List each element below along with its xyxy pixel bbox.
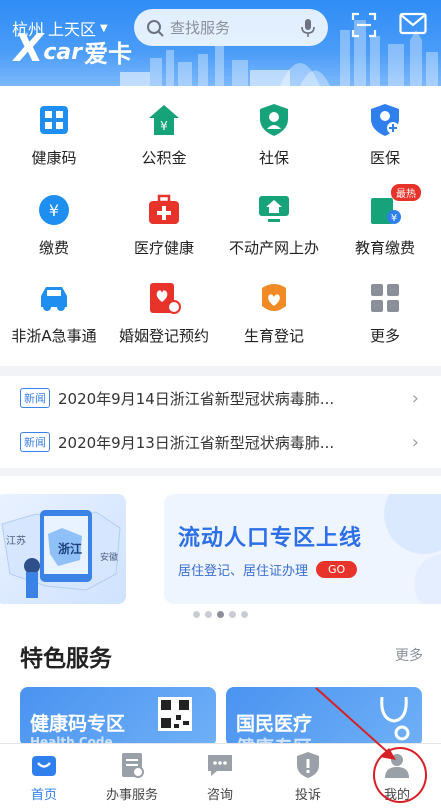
tab-label: 咨询 — [206, 788, 233, 803]
service-label: 缴费 — [38, 239, 69, 257]
svg-text:¥: ¥ — [160, 119, 168, 133]
header-actions — [351, 12, 427, 38]
banner-floating-population[interactable]: 流动人口专区上线 居住登记、居住证办理 GO — [164, 494, 441, 604]
news-item[interactable]: 新闻 2020年9月14日浙江省新型冠状病毒肺... › — [0, 376, 441, 420]
scan-icon[interactable] — [351, 12, 377, 38]
top-header: 杭州 上天区 ▼ 查找服务 X car 爱卡 — [0, 0, 441, 86]
chevron-right-icon: › — [411, 387, 419, 409]
property-icon — [256, 192, 292, 228]
carousel-dot-active[interactable] — [217, 611, 224, 618]
marriage-icon — [146, 280, 182, 316]
complaint-icon — [297, 752, 319, 778]
service-shield[interactable]: 社保 — [219, 102, 329, 182]
tab-consult[interactable]: 咨询 — [176, 750, 264, 803]
mail-icon[interactable] — [399, 12, 427, 36]
service-label: 不动产网上办 — [228, 239, 319, 257]
news-text: 2020年9月14日浙江省新型冠状病毒肺... — [58, 389, 335, 408]
section-title: 特色服务 — [20, 646, 112, 672]
tab-home[interactable]: 首页 — [0, 750, 88, 803]
news-list: 新闻 2020年9月14日浙江省新型冠状病毒肺... › 新闻 2020年9月1… — [0, 376, 441, 468]
house-fund-icon: ¥ — [146, 102, 182, 138]
search-icon — [147, 19, 164, 37]
education-icon: ¥ 最热 — [367, 184, 421, 228]
featured-services: 特色服务 更多 健康码专区 Health Code 国民医疗 健康专区 — [0, 631, 441, 747]
carousel-dots — [0, 611, 441, 618]
service-medical-kit[interactable]: 医疗健康 — [109, 192, 219, 272]
service-more-grid[interactable]: 更多 — [330, 280, 440, 360]
service-yuan[interactable]: ¥ 缴费 — [0, 192, 109, 272]
medical-kit-icon — [146, 192, 182, 228]
banner-subtitle-row: 居住登记、居住证办理 GO — [178, 560, 358, 579]
xcar-watermark-logo: X car 爱卡 — [14, 26, 133, 70]
medical-insurance-icon — [367, 102, 403, 138]
card-title: 国民医疗 — [236, 713, 313, 735]
national-medical-card[interactable]: 国民医疗 健康专区 — [226, 687, 422, 747]
birth-icon — [256, 280, 292, 316]
banner-title: 流动人口专区上线 — [178, 526, 363, 551]
service-grid: 健康码 ¥ 公积金 社保 医保 ¥ 缴费 医疗健康 不动产网上办 ¥ 最热 教育… — [0, 86, 441, 366]
service-property[interactable]: 不动产网上办 — [219, 192, 329, 272]
carousel-dot[interactable] — [193, 611, 200, 618]
chevron-right-icon: › — [411, 431, 419, 453]
banner-carousel[interactable]: 江苏 浙江 安徽 流动人口专区上线 居住登记、居住证办理 GO — [0, 476, 441, 631]
service-label: 更多 — [369, 327, 400, 345]
svg-text:¥: ¥ — [49, 201, 59, 220]
health-code-card[interactable]: 健康码专区 Health Code — [20, 687, 216, 747]
carousel-dot[interactable] — [241, 611, 248, 618]
tab-label: 投诉 — [294, 788, 321, 803]
banner-map-slide[interactable]: 江苏 浙江 安徽 — [0, 494, 126, 604]
tab-label: 办事服务 — [105, 788, 158, 803]
map-label: 江苏 — [6, 536, 26, 547]
service-medical-insurance[interactable]: 医保 — [330, 102, 440, 182]
shield-icon — [256, 102, 292, 138]
stethoscope-icon — [380, 696, 410, 741]
carousel-dot[interactable] — [205, 611, 212, 618]
news-text: 2020年9月13日浙江省新型冠状病毒肺... — [58, 433, 335, 452]
banner-subtitle: 居住登记、居住证办理 — [178, 564, 309, 579]
yuan-icon: ¥ — [36, 192, 72, 228]
service-car[interactable]: 非浙A急事通 — [0, 280, 109, 360]
annotation-circle — [373, 747, 427, 803]
home-icon — [32, 756, 56, 776]
map-label: 浙江 — [58, 542, 83, 556]
service-health-code[interactable]: 健康码 — [0, 102, 109, 182]
tab-label: 首页 — [30, 788, 57, 803]
app-screen: 杭州 上天区 ▼ 查找服务 X car 爱卡 健康码 ¥ 公积金 社保 医保 ¥… — [0, 0, 441, 808]
service-marriage[interactable]: 婚姻登记预约 — [109, 280, 219, 360]
service-label: 公积金 — [141, 149, 187, 167]
card-title: 健康码专区 — [30, 713, 126, 735]
service-label: 医保 — [369, 149, 400, 167]
more-link[interactable]: 更多 — [395, 645, 423, 665]
car-icon — [36, 280, 72, 316]
news-item[interactable]: 新闻 2020年9月13日浙江省新型冠状病毒肺... › — [0, 420, 441, 464]
mic-icon[interactable] — [300, 18, 316, 38]
service-label: 社保 — [258, 149, 289, 167]
news-tag: 新闻 — [20, 388, 50, 408]
map-label: 安徽 — [100, 553, 119, 563]
health-code-icon — [36, 102, 72, 138]
search-placeholder: 查找服务 — [170, 19, 231, 37]
search-bar[interactable]: 查找服务 — [134, 9, 328, 46]
service-label: 医疗健康 — [133, 239, 194, 257]
more-grid-icon — [367, 280, 403, 316]
hot-badge: 最热 — [391, 184, 421, 201]
service-house-fund[interactable]: ¥ 公积金 — [109, 102, 219, 182]
service-birth[interactable]: 生育登记 — [219, 280, 329, 360]
tab-services[interactable]: 办事服务 — [88, 750, 176, 803]
service-label: 生育登记 — [243, 327, 304, 345]
service-icon — [122, 753, 144, 778]
service-label: 健康码 — [31, 149, 77, 167]
carousel-dot[interactable] — [229, 611, 236, 618]
service-label: 教育缴费 — [354, 239, 415, 257]
service-education[interactable]: ¥ 最热 教育缴费 — [330, 184, 440, 272]
news-tag: 新闻 — [20, 432, 50, 452]
svg-text:¥: ¥ — [391, 213, 397, 224]
qr-code-icon — [158, 697, 192, 731]
service-label: 婚姻登记预约 — [118, 327, 209, 345]
go-button[interactable]: GO — [316, 561, 358, 578]
chat-icon — [208, 755, 232, 776]
service-label: 非浙A急事通 — [11, 327, 97, 345]
tab-complaint[interactable]: 投诉 — [264, 750, 352, 803]
